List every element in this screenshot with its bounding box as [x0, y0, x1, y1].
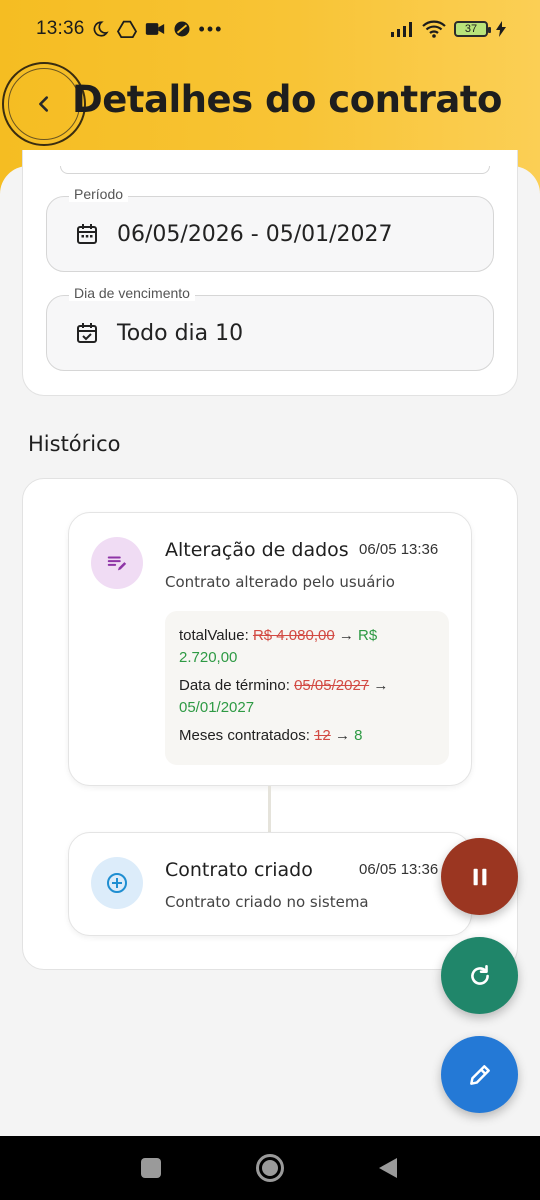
moon-icon: [93, 21, 109, 37]
event-icon-wrapper: [91, 537, 143, 589]
change-arrow: →: [373, 677, 389, 694]
vencimento-label: Dia de vencimento: [69, 285, 195, 301]
refresh-icon: [470, 964, 489, 985]
change-old-value: 05/05/2027: [294, 677, 370, 694]
back-nav-icon[interactable]: [378, 1157, 398, 1179]
event-available-icon: [77, 323, 97, 343]
change-arrow: →: [334, 727, 350, 744]
event-description: Contrato alterado pelo usuário: [165, 573, 395, 591]
event-description: Contrato criado no sistema: [165, 893, 369, 911]
change-arrow: →: [338, 627, 354, 644]
more-notifications-icon: •••: [198, 18, 224, 39]
home-button[interactable]: [256, 1154, 284, 1182]
change-row-end-date: Data de término: 05/05/2027 → 05/01/2027: [179, 675, 435, 719]
change-new-value: 8: [354, 727, 363, 744]
change-field: totalValue:: [179, 627, 249, 644]
change-new-value: 05/01/2027: [179, 699, 255, 716]
edit-icon: [469, 1064, 490, 1085]
recents-button[interactable]: [141, 1158, 161, 1178]
home-dot: [262, 1160, 278, 1176]
changes-box: totalValue: R$ 4.080,00 → R$ 2.720,00 Da…: [165, 611, 449, 765]
vencimento-field[interactable]: Dia de vencimento Todo dia 10: [46, 285, 494, 371]
status-time: 13:36: [36, 18, 85, 39]
periodo-field[interactable]: Período 06/05/2026 - 05/01/2027: [46, 186, 494, 272]
periodo-label: Período: [69, 186, 129, 202]
timeline-connector: [268, 786, 271, 832]
wifi-icon: [422, 20, 446, 38]
event-time: 06/05 13:36: [359, 541, 439, 558]
signal-icon: [391, 22, 412, 37]
edit-contract-button[interactable]: [441, 1036, 518, 1113]
battery-icon: 37: [454, 21, 491, 37]
drive-icon: [116, 20, 137, 38]
history-event-alteracao[interactable]: Alteração de dados 06/05 13:36 Contrato …: [68, 512, 472, 786]
pause-icon: [473, 868, 486, 885]
history-event-criado[interactable]: Contrato criado 06/05 13:36 Contrato cri…: [68, 832, 472, 936]
change-row-total-value: totalValue: R$ 4.080,00 → R$ 2.720,00: [179, 625, 435, 669]
vencimento-value: Todo dia 10: [117, 320, 244, 346]
event-time: 06/05 13:36: [359, 861, 439, 878]
pause-contract-button[interactable]: [441, 838, 518, 915]
change-old-value: R$ 4.080,00: [252, 627, 335, 644]
app-notification-icon: [174, 21, 190, 37]
event-icon-wrapper: [91, 857, 143, 909]
video-icon: [145, 23, 164, 35]
periodo-value: 06/05/2026 - 05/01/2027: [117, 221, 393, 247]
add-circle-icon: [107, 873, 127, 893]
calendar-icon: [77, 224, 97, 244]
chevron-left-icon: [39, 96, 49, 112]
change-field: Data de término:: [179, 677, 290, 694]
system-navigation-bar: [0, 1136, 540, 1200]
renew-contract-button[interactable]: [441, 937, 518, 1014]
history-section-title: Histórico: [28, 432, 121, 456]
change-old-value: 12: [314, 727, 331, 744]
previous-field-edge: [60, 166, 490, 174]
edit-note-icon: [107, 556, 127, 571]
charging-icon: [496, 21, 506, 37]
change-field: Meses contratados:: [179, 727, 310, 744]
status-bar: 13:36 ••• 37: [0, 0, 540, 58]
event-title: Alteração de dados: [165, 539, 349, 561]
change-row-months: Meses contratados: 12 → 8: [179, 725, 435, 747]
page-title: Detalhes do contrato: [72, 78, 502, 121]
event-title: Contrato criado: [165, 859, 313, 881]
